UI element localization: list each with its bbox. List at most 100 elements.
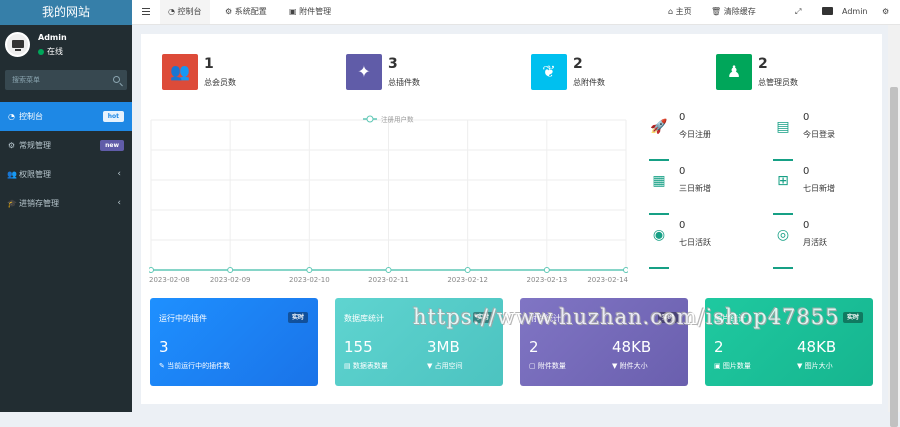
home-link[interactable]: ⌂ 主页 <box>668 0 692 24</box>
chart-x-tick-label: 2023-02-12 <box>447 276 488 284</box>
stat-label: 总管理员数 <box>758 78 798 87</box>
mini-stat-label: 三日新增 <box>679 184 711 193</box>
tab-dashboard[interactable]: ◔ 控制台 <box>160 0 210 24</box>
stat-value: 1 <box>204 56 214 72</box>
card-value: 3 <box>159 338 169 356</box>
sidebar-toggle-icon[interactable] <box>139 0 153 24</box>
chart-x-tick-label: 2023-02-10 <box>289 276 330 284</box>
card-value: 155 <box>344 338 373 356</box>
menu-search-input[interactable] <box>5 70 127 90</box>
mini-stat-value: 0 <box>679 166 686 177</box>
stat-value: 2 <box>573 56 583 72</box>
search-icon[interactable] <box>113 76 120 83</box>
dashboard-icon: ◔ <box>168 7 178 16</box>
chart-legend-label: 注册用户数 <box>381 115 414 124</box>
card-value-label: 附件数量 <box>537 362 566 370</box>
tab-attachment[interactable]: ▣ 附件管理 <box>281 0 339 24</box>
admin-menu[interactable]: Admin <box>822 0 868 24</box>
chart-point <box>543 267 550 273</box>
group-icon: 👥 <box>7 170 17 179</box>
mini-stat-divider <box>649 267 669 269</box>
chart-point <box>227 267 234 273</box>
calendar-icon: ▦ <box>652 173 666 189</box>
user-name: Admin <box>38 33 67 42</box>
mini-stat-monthly-active: ◎ 0 月活跃 <box>773 220 883 275</box>
sidebar-item-inventory[interactable]: 🎓 进销存管理 ‹ <box>0 189 132 218</box>
mini-stat-three-day-new: ▦ 0 三日新增 <box>649 166 759 221</box>
card-value: 2 <box>714 338 724 356</box>
user-status-text: 在线 <box>47 47 63 56</box>
clear-cache-button[interactable]: 🗑 清除缓存 <box>711 0 756 24</box>
hot-badge: hot <box>102 111 124 122</box>
expand-icon[interactable]: ⤢ <box>795 0 801 24</box>
scrollbar-thumb[interactable] <box>890 87 898 427</box>
chart-point <box>306 267 313 273</box>
mini-stat-value: 0 <box>803 112 810 123</box>
sidebar-item-label: 控制台 <box>19 112 43 121</box>
chart-x-tick-label: 2023-02-09 <box>210 276 251 284</box>
tab-label: 控制台 <box>177 7 202 16</box>
card-title: 运行中的插件 <box>159 314 207 323</box>
mini-stat-label: 月活跃 <box>803 238 827 247</box>
admin-label: Admin <box>842 7 868 16</box>
clear-cache-label: 清除缓存 <box>723 7 756 16</box>
realtime-badge: 实时 <box>287 312 308 323</box>
page-scrollbar[interactable] <box>888 25 900 427</box>
mini-stat-seven-day-active: ◉ 0 七日活跃 <box>649 220 759 275</box>
avatar <box>822 7 833 15</box>
users-icon: 👥 <box>162 54 198 90</box>
files-icon: ▢ <box>529 362 538 370</box>
chart-point <box>623 267 628 273</box>
image-icon: ▣ <box>714 362 723 370</box>
user-status: 在线 <box>38 46 63 57</box>
mini-stat-divider <box>649 213 669 215</box>
vcard-icon: ▤ <box>776 119 790 135</box>
sidebar-menu: ◔ 控制台 hot ⚙ 常规管理 new 👥 权限管理 ‹ 🎓 进销存管理 ‹ <box>0 102 132 218</box>
sidebar-item-permission[interactable]: 👥 权限管理 ‹ <box>0 160 132 189</box>
dashboard-content: 👥 1 总会员数 ✦ 3 总插件数 ❦ 2 总附件数 ♟ 2 总管理员数 202… <box>141 34 882 404</box>
mini-stat-value: 0 <box>803 220 810 231</box>
rocket-icon: 🚀 <box>650 119 668 135</box>
card-value: 48KB <box>797 338 837 356</box>
magic-icon: ✦ <box>346 54 382 90</box>
mini-stat-divider <box>773 213 793 215</box>
sidebar-item-label: 常规管理 <box>19 141 51 150</box>
user-circle-icon: ◉ <box>652 227 666 243</box>
sidebar-item-label: 进销存管理 <box>19 199 59 208</box>
site-brand[interactable]: 我的网站 <box>0 0 132 25</box>
menu-search <box>5 70 127 90</box>
mini-stat-value: 0 <box>679 112 686 123</box>
tab-system-config[interactable]: ⚙ 系统配置 <box>217 0 275 24</box>
mini-stat-divider <box>773 159 793 161</box>
dashboard-icon: ◔ <box>8 112 15 121</box>
mini-stat-label: 今日注册 <box>679 130 711 139</box>
trash-icon: 🗑 <box>711 7 724 16</box>
card-value: 2 <box>529 338 539 356</box>
database-icon: ▤ <box>344 362 353 370</box>
chevron-left-icon: ‹ <box>117 169 121 179</box>
tab-label: 系统配置 <box>234 7 267 16</box>
card-value-label: 占用空间 <box>434 362 463 370</box>
stat-label: 总附件数 <box>573 78 605 87</box>
card-value-label: 数据表数量 <box>352 362 388 370</box>
card-value-label: 附件大小 <box>619 362 648 370</box>
gears-icon[interactable]: ⚙ <box>882 0 889 24</box>
chart-x-tick-label: 2023-02-08 <box>149 276 190 284</box>
register-line-chart: 2023-02-08 2023-02-09 2023-02-10 2023-02-11… <box>149 115 628 284</box>
stat-value: 2 <box>758 56 768 72</box>
file-image-icon: ▣ <box>289 7 300 16</box>
avatar <box>5 32 30 57</box>
user-circle-o-icon: ◎ <box>776 227 790 243</box>
user-panel: Admin 在线 <box>0 25 132 67</box>
gear-icon: ⚙ <box>225 7 235 16</box>
online-dot-icon <box>38 49 44 55</box>
chart-point <box>464 267 471 273</box>
sidebar-item-general[interactable]: ⚙ 常规管理 new <box>0 131 132 160</box>
card-value-label: 当前运行中的插件数 <box>167 362 231 370</box>
mini-stat-today-register: 🚀 0 今日注册 <box>649 112 759 167</box>
sidebar-item-dashboard[interactable]: ◔ 控制台 hot <box>0 102 132 131</box>
filter-icon: ▼ <box>427 362 435 370</box>
home-icon: ⌂ <box>668 7 676 16</box>
filter-icon: ▼ <box>797 362 805 370</box>
mini-stat-value: 0 <box>679 220 686 231</box>
